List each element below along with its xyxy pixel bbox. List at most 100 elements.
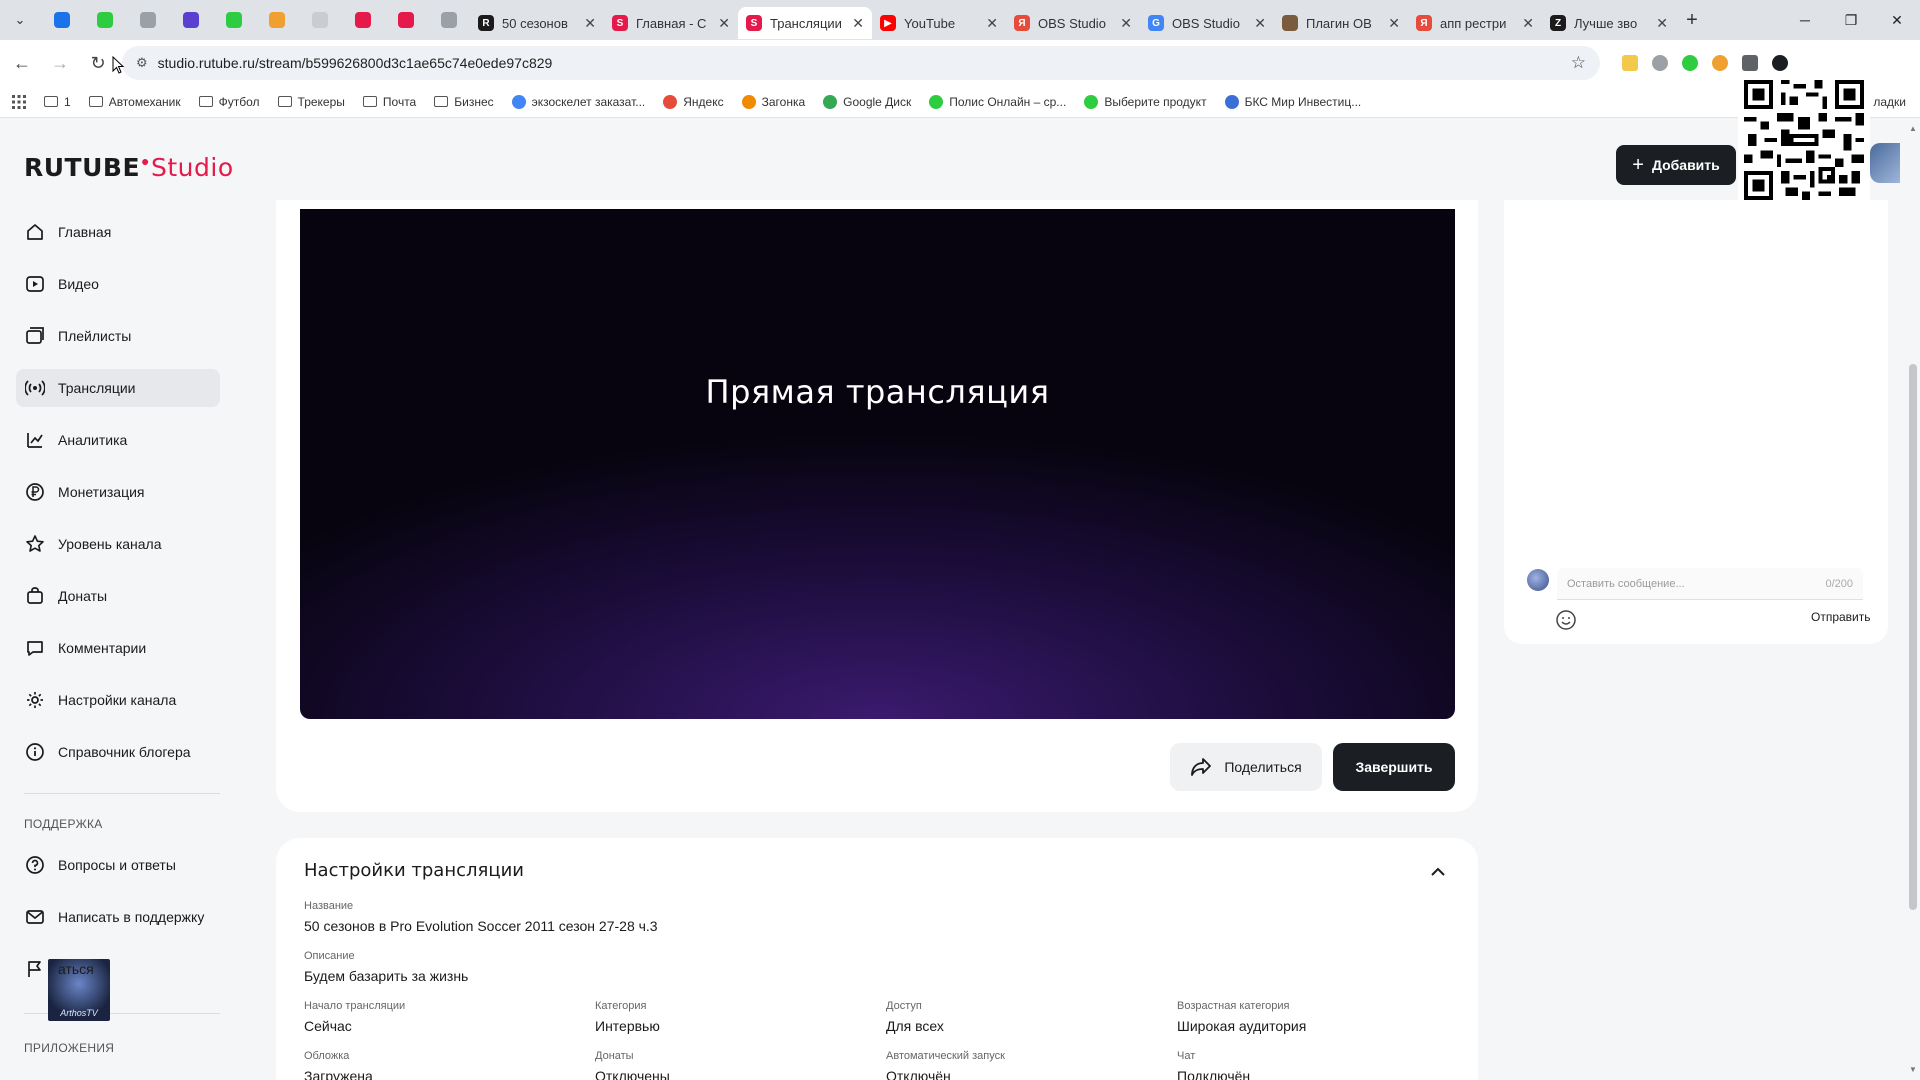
close-tab-icon[interactable]: ✕ xyxy=(1120,15,1132,32)
sidebar-item-ruble[interactable]: Монетизация xyxy=(16,473,220,511)
tab[interactable]: Z Лучше зво ✕ xyxy=(1542,7,1676,39)
bookmark-item[interactable]: Трекеры xyxy=(277,95,345,109)
bookmark-item[interactable]: Яндекс xyxy=(663,94,724,109)
user-avatar[interactable] xyxy=(1870,143,1900,183)
tab-search-button[interactable]: ⌄ xyxy=(0,0,40,40)
extensions-puzzle-icon[interactable] xyxy=(1742,55,1758,71)
bookmark-item[interactable]: Бизнес xyxy=(434,95,494,109)
close-tab-icon[interactable]: ✕ xyxy=(584,15,596,32)
tab[interactable]: Я OBS Studio ✕ xyxy=(1006,7,1140,39)
bookmark-item[interactable]: БКС Мир Инвестиц... xyxy=(1224,94,1361,109)
bookmark-item[interactable]: Автомеханик xyxy=(88,95,181,109)
bookmark-star-icon[interactable]: ☆ xyxy=(1571,53,1586,73)
window-controls: ─ ❐ ✕ xyxy=(1782,0,1920,40)
sidebar-item-mail[interactable]: Написать в поддержку xyxy=(16,898,220,936)
end-stream-button[interactable]: Завершить xyxy=(1333,743,1455,791)
forward-button[interactable]: → xyxy=(44,47,76,79)
page-scrollbar[interactable]: ▲ ▼ xyxy=(1906,118,1920,1080)
close-tab-icon[interactable]: ✕ xyxy=(1656,15,1668,32)
bookmark-item[interactable]: Загонка xyxy=(741,94,805,109)
extension-icon[interactable] xyxy=(1622,55,1638,71)
sidebar-item-flag[interactable]: аться xyxy=(16,950,220,988)
tab[interactable]: G OBS Studio ✕ xyxy=(1140,7,1274,39)
favicon-icon: Я xyxy=(1014,15,1030,31)
send-message-button[interactable]: Отправить xyxy=(1811,610,1871,624)
close-tab-icon[interactable]: ✕ xyxy=(1388,15,1400,32)
scroll-up-icon[interactable]: ▲ xyxy=(1909,124,1917,133)
emoji-icon[interactable] xyxy=(1554,608,1578,632)
extension-icon[interactable] xyxy=(1712,55,1728,71)
tab[interactable]: R 50 сезонов ✕ xyxy=(470,7,604,39)
bookmark-item[interactable]: экзоскелет заказат... xyxy=(511,94,645,109)
pinned-tab[interactable] xyxy=(255,0,298,40)
back-button[interactable]: ← xyxy=(6,47,38,79)
app-header: RUTUBE ● Studio + Добавить xyxy=(0,119,1920,209)
sidebar-item-playlist[interactable]: Плейлисты xyxy=(16,317,220,355)
add-button[interactable]: + Добавить xyxy=(1616,145,1736,185)
site-settings-icon[interactable]: ⚙ xyxy=(136,55,148,71)
bookmark-label: 1 xyxy=(64,94,71,109)
scroll-down-icon[interactable]: ▼ xyxy=(1909,1065,1917,1074)
sidebar-item-question[interactable]: Вопросы и ответы xyxy=(16,846,220,884)
tab-title: Лучше зво xyxy=(1574,15,1638,31)
sidebar-item-analytics[interactable]: Аналитика xyxy=(16,421,220,459)
address-bar[interactable]: ⚙ studio.rutube.ru/stream/b599626800d3c1… xyxy=(122,46,1600,80)
pinned-tab[interactable] xyxy=(341,0,384,40)
close-tab-icon[interactable]: ✕ xyxy=(852,15,864,32)
pinned-tab[interactable] xyxy=(40,0,83,40)
tab[interactable]: Плагин OB ✕ xyxy=(1274,7,1408,39)
bookmark-item[interactable]: Полис Онлайн – ср... xyxy=(929,94,1066,109)
profile-avatar-icon[interactable] xyxy=(1772,55,1788,71)
pinned-tab[interactable] xyxy=(427,0,470,40)
scrollbar-thumb[interactable] xyxy=(1909,364,1917,910)
minimize-button[interactable]: ─ xyxy=(1782,0,1828,40)
bookmark-item[interactable]: Почта xyxy=(362,95,416,109)
chevron-up-icon[interactable] xyxy=(1428,862,1448,882)
sidebar-item-star[interactable]: Уровень канала xyxy=(16,525,220,563)
sidebar-item-video[interactable]: Видео xyxy=(16,265,220,303)
sidebar-item-home[interactable]: Главная xyxy=(16,213,220,251)
gear-icon xyxy=(27,692,43,708)
sidebar-item-broadcast[interactable]: Трансляции xyxy=(16,369,220,407)
tab[interactable]: Яапп рестри ✕ xyxy=(1408,7,1542,39)
extension-icon[interactable] xyxy=(1652,55,1668,71)
favicon-icon xyxy=(139,12,156,28)
close-window-button[interactable]: ✕ xyxy=(1874,0,1920,40)
sidebar-item-bag[interactable]: Донаты xyxy=(16,577,220,615)
reload-button[interactable]: ↻ xyxy=(82,47,114,79)
bookmark-item[interactable]: 1 xyxy=(44,95,71,109)
favicon-icon: Z xyxy=(1550,15,1566,31)
other-bookmarks-label[interactable]: ладки xyxy=(1873,95,1906,109)
pinned-tab[interactable] xyxy=(83,0,126,40)
mouse-cursor-icon xyxy=(112,56,124,74)
restore-button[interactable]: ❐ xyxy=(1828,0,1874,40)
close-tab-icon[interactable]: ✕ xyxy=(1522,15,1534,32)
close-tab-icon[interactable]: ✕ xyxy=(1254,15,1266,32)
bookmark-item[interactable]: Выберите продукт xyxy=(1084,94,1207,109)
tab[interactable]: S Главная - С ✕ xyxy=(604,7,738,39)
broadcast-icon xyxy=(25,380,45,396)
close-tab-icon[interactable]: ✕ xyxy=(718,15,730,32)
pinned-tab[interactable] xyxy=(126,0,169,40)
tab-active[interactable]: S Трансляции ✕ xyxy=(738,7,872,39)
sidebar-item-gear[interactable]: Настройки канала xyxy=(16,681,220,719)
sidebar-item-comment[interactable]: Комментарии xyxy=(16,629,220,667)
favicon-icon: G xyxy=(1148,15,1164,31)
tab[interactable]: ▶ YouTube ✕ xyxy=(872,7,1006,39)
site-favicon-icon xyxy=(741,94,756,109)
close-tab-icon[interactable]: ✕ xyxy=(986,15,998,32)
pinned-tab[interactable] xyxy=(298,0,341,40)
pinned-tab[interactable] xyxy=(212,0,255,40)
extension-icon[interactable] xyxy=(1682,55,1698,71)
pinned-tab[interactable] xyxy=(169,0,212,40)
sidebar-item-info[interactable]: Справочник блогера xyxy=(16,733,220,771)
bookmark-item[interactable]: Футбол xyxy=(198,95,260,109)
pinned-tab[interactable] xyxy=(384,0,427,40)
new-tab-button[interactable]: + xyxy=(1676,9,1708,32)
bookmark-item[interactable]: Google Диск xyxy=(823,94,911,109)
rutube-studio-logo[interactable]: RUTUBE ● Studio xyxy=(24,153,234,182)
share-button[interactable]: Поделиться xyxy=(1170,743,1322,791)
stream-player[interactable]: Прямая трансляция xyxy=(300,209,1455,719)
chat-message-input[interactable]: Оставить сообщение... 0/200 xyxy=(1557,568,1863,600)
apps-grid-icon[interactable] xyxy=(12,94,26,109)
